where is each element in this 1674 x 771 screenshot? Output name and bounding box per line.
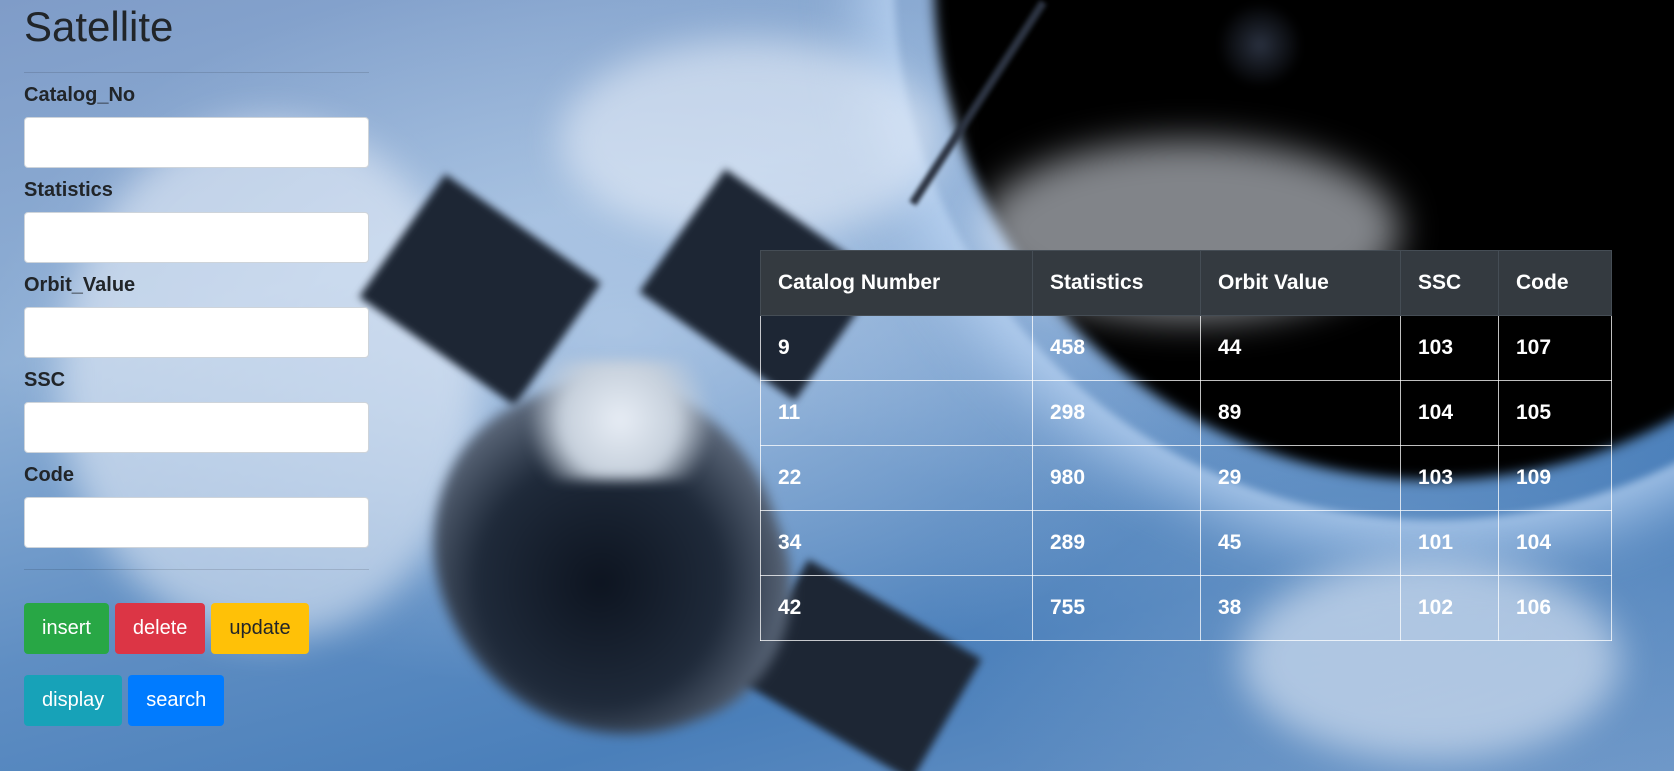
statistics-input[interactable] (24, 212, 369, 263)
cell-catalog-number: 22 (760, 445, 1033, 511)
cell-catalog-number: 11 (760, 380, 1033, 446)
satellite-antenna (1220, 0, 1300, 90)
column-header-code: Code (1498, 250, 1612, 316)
divider (24, 72, 369, 73)
cell-code: 107 (1498, 315, 1612, 381)
code-input[interactable] (24, 497, 369, 548)
cell-ssc: 103 (1400, 445, 1499, 511)
cell-code: 105 (1498, 380, 1612, 446)
cell-ssc: 104 (1400, 380, 1499, 446)
cell-code: 104 (1498, 510, 1612, 576)
code-label: Code (24, 464, 74, 486)
satellite-table: Catalog Number Statistics Orbit Value SS… (760, 250, 1612, 641)
delete-button[interactable]: delete (114, 603, 206, 654)
cell-catalog-number: 9 (760, 315, 1033, 381)
catalog-no-input[interactable] (24, 117, 369, 168)
table-row: 42 755 38 102 106 (760, 575, 1612, 641)
action-buttons-row: insert delete update (24, 603, 369, 654)
orbit-value-label: Orbit_Value (24, 274, 136, 296)
cell-orbit-value: 38 (1200, 575, 1401, 641)
cell-statistics: 298 (1032, 380, 1201, 446)
satellite-form: Satellite Catalog_No Statistics Orbit_Va… (24, 0, 369, 726)
cell-code: 106 (1498, 575, 1612, 641)
satellite-top (520, 360, 720, 480)
cell-ssc: 102 (1400, 575, 1499, 641)
insert-button[interactable]: insert (24, 603, 109, 654)
cell-catalog-number: 42 (760, 575, 1033, 641)
table-row: 22 980 29 103 109 (760, 445, 1612, 511)
orbit-value-input[interactable] (24, 307, 369, 358)
cell-orbit-value: 29 (1200, 445, 1401, 511)
cell-statistics: 980 (1032, 445, 1201, 511)
table-row: 11 298 89 104 105 (760, 380, 1612, 446)
column-header-catalog-number: Catalog Number (760, 250, 1033, 316)
cell-statistics: 755 (1032, 575, 1201, 641)
display-button[interactable]: display (24, 675, 123, 726)
column-header-statistics: Statistics (1032, 250, 1201, 316)
table-header-row: Catalog Number Statistics Orbit Value SS… (760, 250, 1612, 316)
column-header-orbit-value: Orbit Value (1200, 250, 1401, 316)
divider (24, 569, 369, 570)
cell-code: 109 (1498, 445, 1612, 511)
cell-orbit-value: 45 (1200, 510, 1401, 576)
cell-ssc: 103 (1400, 315, 1499, 381)
cell-orbit-value: 89 (1200, 380, 1401, 446)
update-button[interactable]: update (211, 603, 309, 654)
cell-orbit-value: 44 (1200, 315, 1401, 381)
query-buttons-row: display search (24, 675, 369, 726)
cell-statistics: 458 (1032, 315, 1201, 381)
ssc-input[interactable] (24, 402, 369, 453)
table-row: 34 289 45 101 104 (760, 510, 1612, 576)
cell-statistics: 289 (1032, 510, 1201, 576)
table-row: 9 458 44 103 107 (760, 315, 1612, 381)
catalog-no-label: Catalog_No (24, 84, 136, 106)
column-header-ssc: SSC (1400, 250, 1499, 316)
search-button[interactable]: search (128, 675, 225, 726)
ssc-label: SSC (24, 369, 66, 391)
cell-catalog-number: 34 (760, 510, 1033, 576)
page-title: Satellite (24, 3, 174, 50)
statistics-label: Statistics (24, 179, 113, 201)
cell-ssc: 101 (1400, 510, 1499, 576)
